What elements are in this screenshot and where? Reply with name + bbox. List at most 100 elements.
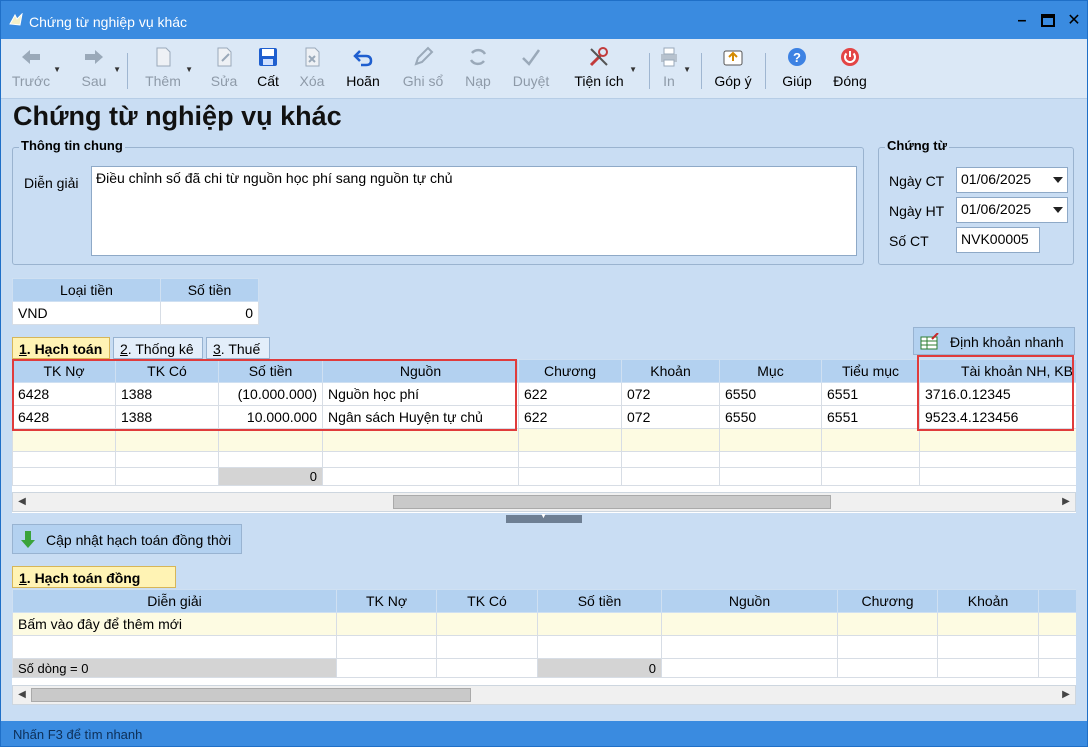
scroll-right-icon[interactable]: ▶	[1059, 688, 1073, 702]
add-button[interactable]: Thêm ▼	[141, 43, 193, 95]
scroll-left-icon[interactable]: ◀	[15, 688, 29, 702]
help-button[interactable]: ? Giúp	[777, 43, 817, 95]
new-row[interactable]	[12, 428, 1076, 452]
table-cell[interactable]: 10.000.000	[218, 405, 323, 429]
pencil-icon	[414, 46, 434, 66]
add-new-hint[interactable]: Bấm vào đây để thêm mới	[12, 612, 337, 636]
column-header[interactable]: Số tiền	[537, 589, 662, 613]
window-title: Chứng từ nghiệp vụ khác	[29, 14, 188, 30]
edit-button[interactable]: Sửa	[207, 43, 241, 95]
date-ct-combo[interactable]: 01/06/2025	[956, 167, 1068, 193]
add-new-row[interactable]: Bấm vào đây để thêm mới	[12, 612, 1076, 636]
print-button[interactable]: In ▼	[655, 43, 691, 95]
currency-amount-header: Số tiền	[160, 278, 259, 302]
maximize-button[interactable]	[1035, 9, 1061, 33]
column-header[interactable]: Chương	[518, 359, 622, 383]
toolbar-separator	[765, 53, 766, 89]
column-header[interactable]: Số tiền	[218, 359, 323, 383]
currency-amount-cell[interactable]: 0	[160, 301, 259, 325]
quick-entry-button[interactable]: Định khoản nhanh	[913, 327, 1075, 355]
chevron-down-icon[interactable]	[1053, 177, 1063, 183]
tab-hach-toan-dong-thoi[interactable]: 1. Hạch toán đồng thời	[12, 566, 176, 602]
table-cell[interactable]: 9523.4.123456	[919, 405, 1076, 429]
delete-button[interactable]: Xóa	[295, 43, 329, 95]
next-button[interactable]: Sau ▼	[75, 43, 121, 95]
table-cell[interactable]: Nguồn học phí	[322, 382, 519, 406]
power-icon	[841, 48, 859, 66]
scroll-right-icon[interactable]: ▶	[1059, 495, 1073, 509]
column-header[interactable]: TK Nợ	[336, 589, 437, 613]
approve-button[interactable]: Duyệt	[507, 43, 555, 95]
table-cell[interactable]: 6551	[821, 405, 920, 429]
column-header[interactable]: TK Nợ	[12, 359, 116, 383]
column-header[interactable]: Tài khoản NH, KB	[919, 359, 1076, 383]
save-button[interactable]: Cất	[251, 43, 285, 95]
toolbar: Trước ▼ Sau ▼ Thêm ▼ Sửa Cất Xóa Hoãn Gh…	[1, 39, 1087, 99]
table-row[interactable]: 6428 1388 10.000.000 Ngân sách Huyện tự …	[12, 405, 1076, 429]
refresh-icon	[469, 48, 487, 66]
description-field[interactable]: Điều chỉnh số đã chi từ nguồn học phí sa…	[91, 166, 857, 256]
currency-type-cell[interactable]: VND	[12, 301, 161, 325]
printer-icon	[661, 47, 677, 67]
title-bar: Chứng từ nghiệp vụ khác – ✕	[1, 1, 1087, 39]
horizontal-scrollbar[interactable]: ◀ ▶	[12, 685, 1076, 705]
voucher-number-field[interactable]: NVK00005	[956, 227, 1040, 253]
splitter-handle[interactable]: ▼	[506, 513, 582, 523]
column-header[interactable]: Diễn giải	[12, 589, 337, 613]
tools-icon	[589, 47, 608, 67]
column-header[interactable]: TK Có	[115, 359, 219, 383]
feedback-button[interactable]: Góp ý	[711, 43, 755, 95]
close-window-button[interactable]: ✕	[1061, 9, 1087, 33]
table-cell[interactable]: 3716.0.12345	[919, 382, 1076, 406]
table-cell[interactable]: (10.000.000)	[218, 382, 323, 406]
table-cell[interactable]: 072	[621, 382, 720, 406]
tab-thue[interactable]: 3. Thuế	[206, 337, 270, 359]
main-grid: TK Nợ TK Có Số tiền Nguồn Chương Khoản M…	[12, 359, 1076, 513]
table-cell[interactable]: 6551	[821, 382, 920, 406]
table-cell[interactable]: Ngân sách Huyện tự chủ	[322, 405, 519, 429]
scroll-left-icon[interactable]: ◀	[15, 495, 29, 509]
table-cell[interactable]: 622	[518, 382, 622, 406]
tab-thong-ke[interactable]: 2. Thống kê	[113, 337, 203, 359]
total-amount: 0	[537, 658, 662, 678]
currency-type-header: Loại tiền	[12, 278, 161, 302]
date-ht-combo[interactable]: 01/06/2025	[956, 197, 1068, 223]
column-header[interactable]: TK Có	[436, 589, 538, 613]
column-header[interactable]: Khoản	[937, 589, 1039, 613]
undo-icon	[353, 50, 373, 67]
table-cell[interactable]: 6428	[12, 382, 116, 406]
column-header[interactable]: Mục	[719, 359, 822, 383]
close-button[interactable]: Đóng	[829, 43, 871, 95]
column-header[interactable]: Nguồn	[322, 359, 519, 383]
dropdown-arrow-icon: ▼	[629, 65, 637, 74]
column-header[interactable]: Chương	[837, 589, 938, 613]
table-cell[interactable]: 6550	[719, 382, 822, 406]
scrollbar-thumb[interactable]	[31, 688, 471, 702]
dropdown-arrow-icon: ▼	[53, 65, 61, 74]
checkmark-icon	[522, 49, 541, 66]
column-header[interactable]: Nguồn	[661, 589, 838, 613]
table-cell[interactable]: 6428	[12, 405, 116, 429]
table-cell[interactable]: 1388	[115, 405, 219, 429]
table-cell[interactable]: 1388	[115, 382, 219, 406]
post-button[interactable]: Ghi sổ	[397, 43, 449, 95]
voucher-legend: Chứng từ	[885, 138, 949, 153]
undo-button[interactable]: Hoãn	[341, 43, 385, 95]
minimize-button[interactable]: –	[1009, 9, 1035, 33]
prev-button[interactable]: Trước ▼	[9, 43, 61, 95]
utilities-button[interactable]: Tiện ích ▼	[569, 43, 637, 95]
edit-document-icon	[217, 47, 232, 67]
table-cell[interactable]: 622	[518, 405, 622, 429]
tab-hach-toan[interactable]: 1. Hạch toán	[12, 337, 110, 359]
table-cell[interactable]: 6550	[719, 405, 822, 429]
table-row[interactable]: 6428 1388 (10.000.000) Nguồn học phí 622…	[12, 382, 1076, 406]
horizontal-scrollbar[interactable]: ◀ ▶	[12, 492, 1076, 512]
chevron-down-icon[interactable]	[1053, 207, 1063, 213]
column-header[interactable]: Khoản	[621, 359, 720, 383]
svg-text:?: ?	[793, 50, 801, 65]
column-header[interactable]: Tiểu mục	[821, 359, 920, 383]
scrollbar-thumb[interactable]	[393, 495, 831, 509]
reload-button[interactable]: Nạp	[459, 43, 497, 95]
update-concurrent-button[interactable]: Cập nhật hạch toán đồng thời	[12, 524, 242, 554]
table-cell[interactable]: 072	[621, 405, 720, 429]
